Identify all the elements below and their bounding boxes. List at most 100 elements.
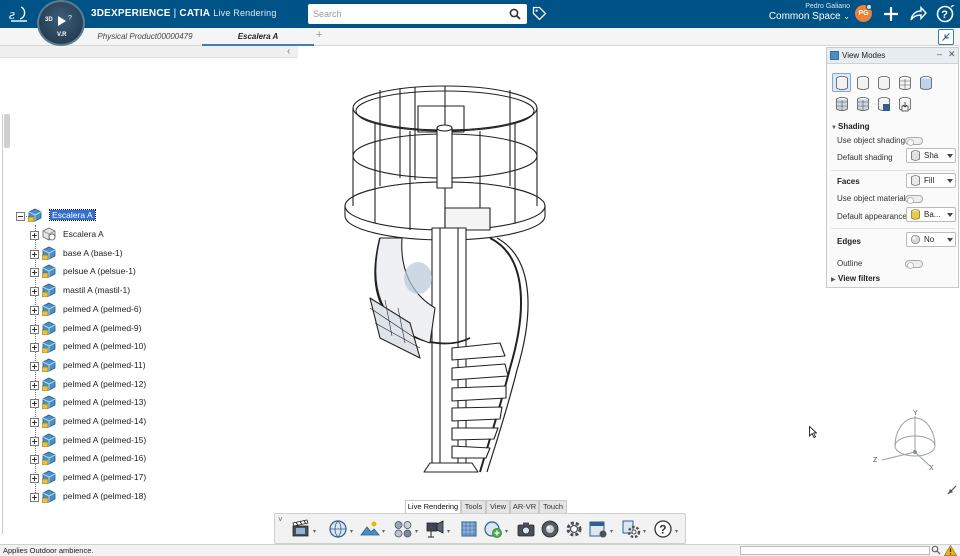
compass-play-icon[interactable] [58, 16, 66, 26]
tree-root-label[interactable]: Escalera A [49, 209, 96, 221]
chevron-down-icon[interactable]: ▾ [313, 528, 316, 535]
power-input-field[interactable] [740, 546, 930, 555]
faces-style-dropdown[interactable]: Fill [906, 173, 956, 188]
add-object-icon[interactable] [483, 519, 503, 539]
new-tab-button[interactable]: + [316, 29, 322, 41]
search-input[interactable] [308, 4, 498, 24]
tree-node-label[interactable]: pelmed A (pelmed-6) [63, 304, 141, 314]
tree-node-label[interactable]: pelmed A (pelmed-9) [63, 323, 141, 333]
tab-escalera-a[interactable]: Escalera A [202, 28, 314, 46]
tree-expand-toggle[interactable] [30, 436, 39, 446]
settings-gear-icon[interactable] [564, 519, 584, 539]
add-icon[interactable] [882, 5, 900, 23]
tree-node-label[interactable]: pelmed A (pelmed-11) [63, 360, 146, 370]
view-filters-section-header[interactable]: ▶ View filters [831, 274, 880, 283]
tree-node-label[interactable]: pelmed A (pelmed-12) [63, 379, 146, 389]
tab-ar-vr[interactable]: AR-VR [510, 500, 539, 513]
materials-icon[interactable] [393, 519, 413, 539]
spiral-staircase-model[interactable] [340, 68, 570, 480]
chevron-down-icon[interactable]: ▾ [415, 528, 418, 535]
edges-dropdown[interactable]: No [906, 232, 956, 247]
options-gear-icon[interactable] [621, 519, 641, 539]
tab-tools[interactable]: Tools [461, 500, 486, 513]
light-icon[interactable] [425, 519, 445, 539]
warning-icon[interactable] [944, 545, 957, 556]
search-icon[interactable] [509, 8, 521, 20]
tree-scrollbar-thumb[interactable] [4, 114, 10, 148]
tree-expand-toggle[interactable] [30, 249, 39, 259]
minimize-button[interactable]: – [937, 49, 942, 59]
sphere-camera-icon[interactable] [328, 519, 348, 539]
environment-icon[interactable] [360, 519, 380, 539]
chevron-down-icon[interactable]: ▾ [350, 528, 353, 535]
view-mode-button[interactable] [832, 94, 851, 113]
chevron-down-icon[interactable]: ▾ [382, 528, 385, 535]
tree-scrollbar[interactable] [2, 114, 10, 534]
view-mode-button[interactable] [895, 73, 914, 92]
use-object-material-toggle[interactable] [905, 195, 923, 204]
tree-expand-toggle[interactable] [30, 324, 39, 334]
search-icon[interactable] [931, 545, 941, 555]
3d-viewport[interactable] [300, 46, 825, 502]
default-shading-dropdown[interactable]: Sha [906, 148, 956, 163]
tree-expand-toggle[interactable] [30, 418, 39, 427]
compass-help-label[interactable]: ? [68, 15, 72, 22]
tree-expand-toggle[interactable] [30, 399, 39, 409]
tree-collapse-button[interactable]: ‹ [287, 46, 290, 57]
tree-node-label[interactable]: pelmed A (pelmed-10) [63, 341, 146, 351]
tree-node-label[interactable]: pelmed A (pelmed-18) [63, 491, 146, 501]
shading-section-header[interactable]: ▼Shading [831, 122, 870, 131]
view-mode-button[interactable] [853, 94, 872, 113]
compass-widget[interactable]: 3D 3D ? V.R [37, 0, 85, 46]
tree-node-label[interactable]: pelmed A (pelmed-17) [63, 472, 146, 482]
render-clapperboard-icon[interactable] [291, 519, 311, 539]
view-modes-header[interactable]: View Modes – ✕ [827, 48, 958, 64]
share-icon[interactable] [909, 5, 927, 23]
tree-node-label[interactable]: mastil A (mastil-1) [63, 285, 130, 295]
tree-expand-toggle[interactable] [30, 492, 39, 502]
help-circle-icon[interactable]: ? [653, 519, 673, 539]
tree-node-label[interactable]: Escalera A [63, 229, 104, 239]
use-object-shading-toggle[interactable] [905, 137, 923, 146]
tree-expand-toggle[interactable] [30, 455, 39, 465]
outline-toggle[interactable] [905, 260, 923, 269]
chevron-down-icon[interactable]: ▾ [447, 528, 450, 535]
tree-expand-toggle[interactable] [30, 268, 39, 278]
tab-live-rendering[interactable]: Live Rendering [405, 500, 461, 513]
view-mode-button[interactable] [874, 94, 893, 113]
compass-triad-icon[interactable]: Y Z X [870, 408, 950, 472]
view-mode-button[interactable] [853, 73, 872, 92]
tree-expand-toggle[interactable] [30, 361, 39, 371]
tree-expand-toggle[interactable] [30, 380, 39, 390]
dassault-logo-icon[interactable]: ƨ [8, 4, 30, 24]
action-bar-collapse-button[interactable]: ˅ [278, 515, 283, 524]
tree-node-label[interactable]: pelmed A (pelmed-13) [63, 397, 146, 407]
tab-physical-product[interactable]: Physical Product00000479 [85, 28, 205, 46]
tree-node-label[interactable]: base A (base-1) [63, 248, 123, 258]
tree-node-label[interactable]: pelmed A (pelmed-14) [63, 416, 146, 426]
tree-expand-toggle[interactable] [30, 305, 39, 315]
tree-expand-toggle[interactable] [30, 343, 39, 353]
resize-grip-icon[interactable] [947, 485, 957, 495]
chevron-down-icon[interactable]: ▾ [610, 528, 613, 535]
tab-touch[interactable]: Touch [539, 500, 567, 513]
tree-collapse-toggle[interactable] [16, 212, 25, 221]
collab-space-selector[interactable]: Common Space ⌄ [769, 11, 850, 22]
expand-triangle-icon[interactable]: ▶ [831, 276, 838, 283]
view-mode-button[interactable] [874, 73, 893, 92]
default-appearance-dropdown[interactable]: Ba... [906, 207, 956, 222]
chevron-down-icon[interactable]: ▾ [675, 528, 678, 535]
view-mode-button[interactable] [895, 94, 914, 113]
chevron-down-icon[interactable]: ▾ [505, 528, 508, 535]
tree-expand-toggle[interactable] [30, 287, 39, 297]
tree-node-label[interactable]: pelmed A (pelmed-15) [63, 435, 146, 445]
chevron-down-icon[interactable]: ▾ [643, 528, 646, 535]
camera-icon[interactable] [516, 519, 536, 539]
collapse-panels-icon[interactable] [938, 29, 954, 45]
user-info[interactable]: Pedro Galiano Common Space ⌄ [769, 3, 850, 22]
search-box[interactable] [308, 4, 527, 24]
tree-expand-toggle[interactable] [30, 231, 39, 240]
tab-view[interactable]: View [486, 500, 510, 513]
close-button[interactable]: ✕ [948, 49, 956, 60]
help-icon[interactable]: ? [936, 5, 958, 23]
